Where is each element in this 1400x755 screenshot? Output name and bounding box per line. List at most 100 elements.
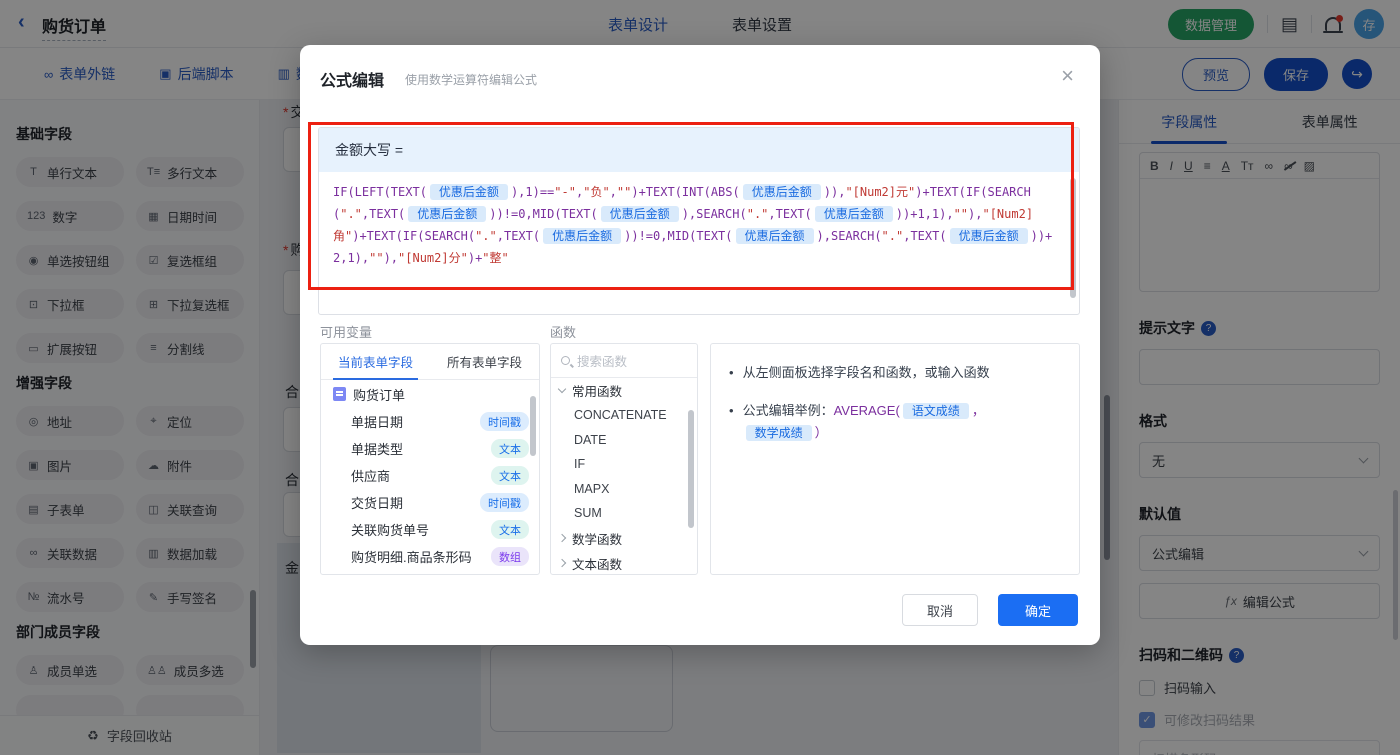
search-placeholder: 搜索函数: [577, 355, 628, 369]
code-token: ,TEXT(: [496, 229, 541, 243]
string-token: "": [953, 207, 969, 221]
function-search-input[interactable]: 搜索函数: [551, 344, 697, 378]
type-badge: 时间戳: [480, 412, 529, 431]
string-token: ".": [340, 207, 362, 221]
function-group-name: 文本函数: [572, 557, 623, 572]
code-token: )),: [823, 185, 846, 199]
code-token: ))!=0,MID(TEXT(: [624, 229, 733, 243]
type-badge: 文本: [491, 439, 529, 458]
variable-name: 单据类型: [351, 442, 404, 457]
formula-expression[interactable]: IF(LEFT(TEXT(优惠后金额),1)=="-","负","")+TEXT…: [319, 172, 1079, 278]
code-token: ),: [968, 207, 983, 221]
string-token: "-": [554, 185, 576, 199]
function-item[interactable]: IF: [551, 452, 697, 477]
function-item[interactable]: DATE: [551, 428, 697, 453]
form-root-node[interactable]: 购货订单: [321, 380, 539, 408]
field-chip[interactable]: 优惠后金额: [543, 228, 622, 244]
string-token: "": [369, 251, 384, 265]
tab-current-form-fields[interactable]: 当前表单字段: [321, 344, 430, 380]
field-chip[interactable]: 优惠后金额: [814, 206, 893, 222]
chevron-icon: [557, 533, 567, 543]
code-token: ),SEARCH(: [681, 207, 747, 221]
search-icon: [561, 356, 570, 365]
tip-text: 从左侧面板选择字段名和函数，或输入函数: [742, 365, 990, 380]
variable-row[interactable]: 交货日期 时间戳: [321, 489, 539, 516]
function-group-expanded[interactable]: 常用函数: [551, 378, 697, 403]
code-token: ,TEXT(: [361, 207, 406, 221]
editor-scrollbar[interactable]: [1070, 178, 1076, 298]
function-item[interactable]: MAPX: [551, 477, 697, 502]
variable-row[interactable]: 单据日期 时间戳: [321, 408, 539, 435]
code-token: ）: [814, 425, 828, 440]
string-token: "整": [482, 251, 509, 265]
code-token: ,TEXT(: [768, 207, 812, 221]
formula-editor[interactable]: 金额大写 = IF(LEFT(TEXT(优惠后金额),1)=="-","负","…: [318, 127, 1080, 315]
variables-scrollbar[interactable]: [530, 396, 536, 456]
field-chip[interactable]: 优惠后金额: [429, 184, 508, 200]
string-token: "[Num2]分": [398, 251, 468, 265]
field-chip[interactable]: 优惠后金额: [742, 184, 821, 200]
variable-row[interactable]: 单据类型 文本: [321, 435, 539, 462]
cancel-button[interactable]: 取消: [902, 594, 978, 626]
code-token: ))!=0,MID(TEXT(: [489, 207, 598, 221]
function-group-collapsed[interactable]: 文本函数: [551, 551, 697, 575]
string-token: ".": [746, 207, 769, 221]
variable-row[interactable]: 关联购货单号 文本: [321, 516, 539, 543]
chevron-icon: [557, 384, 567, 394]
type-badge: 文本: [491, 466, 529, 485]
function-group-name: 常用函数: [572, 385, 623, 399]
code-token: ),SEARCH(: [816, 229, 882, 243]
bullet: •: [729, 365, 734, 380]
functions-label: 函数: [550, 325, 577, 340]
chevron-icon: [557, 558, 567, 568]
function-item[interactable]: SUM: [551, 501, 697, 526]
function-group-collapsed[interactable]: 数学函数: [551, 526, 697, 551]
variable-name: 单据日期: [351, 415, 404, 430]
field-chip[interactable]: 优惠后金额: [735, 228, 814, 244]
functions-panel: 搜索函数 常用函数 CONCATENATE DATE IF MAPX SUM 数学函数文本函…: [550, 343, 698, 575]
code-token: ),1)==: [510, 185, 555, 199]
variables-tabs: 当前表单字段 所有表单字段: [321, 344, 539, 380]
variable-name: 交货日期: [351, 496, 404, 511]
variable-name: 供应商: [351, 469, 391, 484]
string-token: "负": [583, 185, 610, 199]
bullet: •: [729, 403, 734, 418]
modal-subtitle: 使用数学运算符编辑公式: [405, 73, 538, 87]
code-token: )+TEXT(IF(SEARCH(: [352, 229, 476, 243]
function-item[interactable]: CONCATENATE: [551, 403, 697, 428]
type-badge: 时间戳: [480, 493, 529, 512]
code-token: )+TEXT(INT(ABS(: [631, 185, 740, 199]
string-token: ".": [475, 229, 497, 243]
function-token: AVERAGE(: [833, 403, 900, 418]
field-chip: 语文成绩: [902, 403, 969, 419]
code-token: ))+1,1),: [895, 207, 954, 221]
close-icon[interactable]: ×: [1061, 63, 1074, 89]
confirm-button[interactable]: 确定: [998, 594, 1078, 626]
function-group-name: 数学函数: [572, 532, 623, 547]
variables-label: 可用变量: [320, 325, 373, 340]
field-chip: 数学成绩: [745, 425, 812, 441]
field-chip[interactable]: 优惠后金额: [949, 228, 1028, 244]
string-token: ".": [881, 229, 904, 243]
code-token: ,TEXT(: [903, 229, 947, 243]
formula-edit-modal: 公式编辑 使用数学运算符编辑公式 × 金额大写 = IF(LEFT(TEXT(优…: [300, 45, 1100, 645]
functions-scrollbar[interactable]: [688, 410, 694, 528]
variable-row[interactable]: 供应商 文本: [321, 462, 539, 489]
tip-example: 公式编辑举例：AVERAGE(语文成绩 ，数学成绩）: [742, 403, 985, 441]
code-token: ,: [609, 185, 617, 199]
field-chip[interactable]: 优惠后金额: [408, 206, 487, 222]
modal-title: 公式编辑: [320, 73, 385, 90]
string-token: "[Num2]元": [845, 185, 916, 199]
code-token: IF(LEFT(TEXT(: [333, 185, 427, 199]
form-icon: [333, 387, 346, 401]
type-badge: 数组: [491, 547, 529, 566]
variables-panel: 当前表单字段 所有表单字段 购货订单 单据日期 时间戳 单据类型 文本 供应商 文本 交货日…: [320, 343, 540, 575]
tab-all-form-fields[interactable]: 所有表单字段: [430, 344, 539, 379]
code-token: )+: [467, 251, 483, 265]
string-token: "": [616, 185, 632, 199]
variable-row[interactable]: 购货明细.商品条形码 数组: [321, 543, 539, 570]
type-badge: 文本: [491, 520, 529, 539]
code-token: ，: [971, 403, 985, 418]
code-token: ),: [383, 251, 399, 265]
field-chip[interactable]: 优惠后金额: [600, 206, 679, 222]
